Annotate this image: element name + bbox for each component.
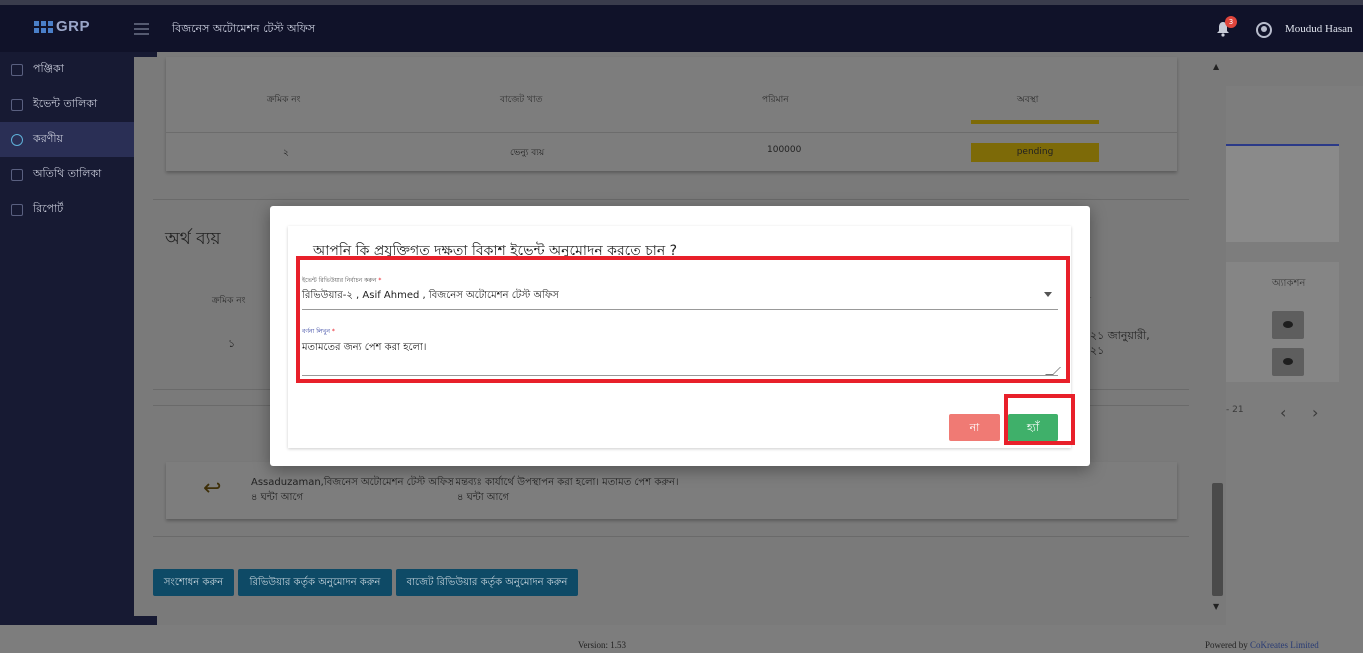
reviewer-select-label-text: ইভেন্ট রিভিউয়ার নির্বাচন করুন	[302, 277, 377, 284]
required-mark: *	[378, 277, 382, 284]
chevron-down-icon[interactable]	[1044, 292, 1052, 297]
history-time: ৪ ঘন্টা আগে	[457, 492, 510, 503]
user-avatar-icon[interactable]	[1256, 22, 1272, 38]
cell-serial: ২	[283, 148, 289, 158]
reviewer-select[interactable]: রিভিউয়ার-২ , Asif Ahmed , বিজনেস অটোমেশ…	[302, 288, 559, 305]
background-card	[1226, 144, 1339, 242]
menu-toggle-icon[interactable]	[134, 23, 149, 35]
chevron-left-icon[interactable]: ‹	[1280, 403, 1286, 422]
footer-left	[0, 625, 157, 653]
reviewer-select-label: ইভেন্ট রিভিউয়ার নির্বাচন করুন *	[302, 275, 381, 286]
edit-button[interactable]: সংশোধন করুন	[153, 569, 234, 596]
scroll-down-icon[interactable]: ▼	[1213, 602, 1219, 611]
check-circle-icon	[11, 133, 23, 146]
app-logo[interactable]: GRP	[34, 18, 90, 35]
cell-date-partial: ২১	[1090, 344, 1105, 357]
status-badge-edge	[971, 120, 1099, 124]
column-header-amount: পরিমান	[762, 95, 789, 105]
logo-icon	[34, 20, 53, 33]
cell-serial: ১	[228, 337, 236, 350]
sidebar-item-label: রিপোর্ট	[33, 202, 64, 215]
select-underline	[302, 309, 1058, 310]
no-button[interactable]: না	[949, 414, 1000, 441]
sidebar-item-label: করণীয়	[33, 132, 64, 145]
pager-range: - 21	[1226, 405, 1244, 415]
list-icon	[11, 168, 23, 181]
sidebar-item-label: অতিথি তালিকা	[33, 167, 102, 180]
description-textarea[interactable]: মতামতের জন্য পেশ করা হলো।	[302, 336, 1058, 376]
sidebar-item-label: পঞ্জিকা	[33, 62, 64, 75]
scroll-up-icon[interactable]: ▲	[1213, 62, 1219, 71]
reviewer-approve-button[interactable]: রিভিউয়ার কর্তৃক অনুমোদন করুন	[238, 569, 392, 596]
powered-brand-link[interactable]: CoKreates Limited	[1250, 640, 1319, 650]
yes-button[interactable]: হ্যাঁ	[1008, 414, 1058, 441]
logo-text: GRP	[56, 18, 91, 35]
reply-icon: ↩	[203, 476, 222, 501]
sidebar-item-label: ইভেন্ট তালিকা	[33, 97, 98, 110]
view-eye-icon[interactable]	[1272, 311, 1304, 339]
browser-strip	[0, 0, 1363, 5]
calendar-icon	[11, 63, 23, 76]
divider	[153, 536, 1189, 537]
notification-badge: 3	[1225, 16, 1237, 28]
divider	[153, 199, 1189, 200]
finance-section-title: অর্থ ব্যয়	[165, 229, 221, 249]
cell-budget-head: ভেন্যু ব্যয়	[510, 148, 545, 158]
scrollbar-thumb[interactable]	[1212, 483, 1223, 596]
status-badge: pending	[971, 143, 1099, 162]
powered-prefix: Powered by	[1205, 640, 1250, 650]
action-column-header: অ্যাকশন	[1272, 278, 1306, 289]
history-time: ৪ ঘন্টা আগে	[251, 492, 304, 503]
view-eye-icon[interactable]	[1272, 348, 1304, 376]
description-label-text: বর্ণনা লিখুন	[302, 328, 330, 335]
column-header-status: অবস্থা	[1017, 95, 1039, 105]
report-icon	[11, 203, 23, 216]
powered-by: Powered by CoKreates Limited	[1205, 640, 1319, 650]
cell-amount: 100000	[767, 145, 802, 155]
column-header-budget-head: বাজেট খাত	[500, 95, 543, 105]
divider	[166, 132, 1177, 133]
user-name[interactable]: Moudud Hasan	[1285, 23, 1353, 35]
list-icon	[11, 98, 23, 111]
footer	[0, 625, 1363, 653]
office-title: বিজনেস অটোমেশন টেস্ট অফিস	[172, 22, 316, 35]
column-header-serial: ক্রমিক নং	[212, 296, 246, 306]
budget-reviewer-approve-button[interactable]: বাজেট রিভিউয়ার কর্তৃক অনুমোদন করুন	[396, 569, 578, 596]
app-version: Version: 1.53	[578, 640, 626, 650]
column-header-serial: ক্রমিক নং	[267, 95, 301, 105]
required-mark: *	[331, 328, 335, 335]
chevron-right-icon[interactable]: ›	[1312, 403, 1318, 422]
